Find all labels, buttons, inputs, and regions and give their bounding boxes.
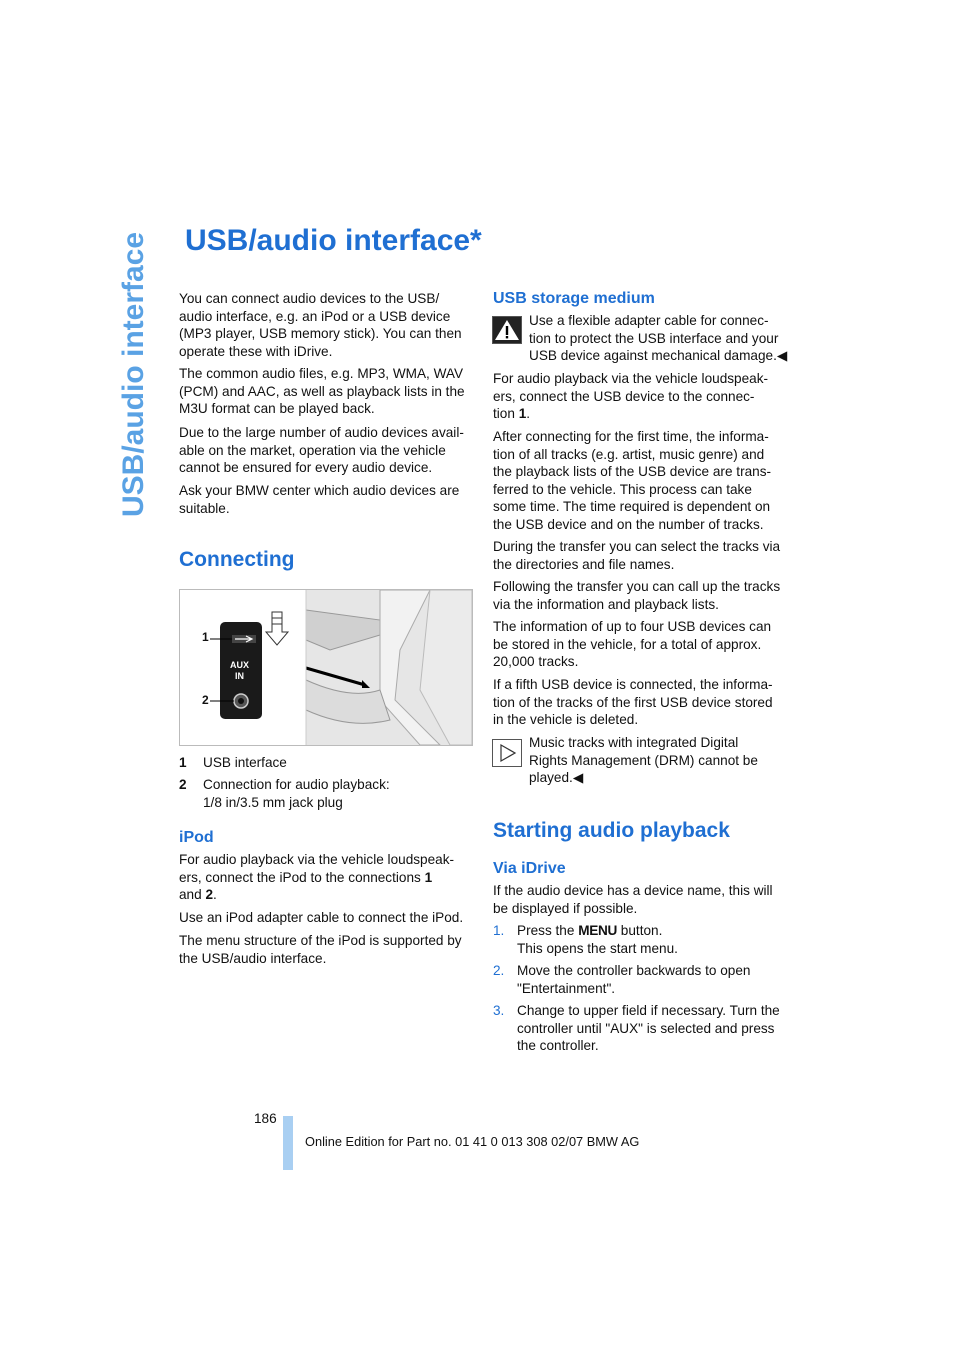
usb-paragraph-4: Following the transfer you can call up t… [493,579,781,612]
via-idrive-heading: Via iDrive [493,860,566,877]
usb-storage-heading: USB storage medium [493,290,655,307]
step-number-3: 3. [493,1003,505,1018]
usb-paragraph-5: The information of up to four USB device… [493,619,772,670]
text: . [213,887,217,903]
text: For audio playback via the vehicle louds… [179,852,455,885]
step-2: Move the controller backwards to open "E… [517,963,751,996]
legend-text-2: Connection for audio playback: 1/8 in/3.… [203,777,390,810]
legend-number-2: 2 [179,777,187,792]
aux-label: AUX [230,660,250,670]
ipod-paragraph-2: Use an iPod adapter cable to connect the… [179,910,464,925]
intro-paragraph-4: Ask your BMW center which audio devices … [179,483,460,516]
ipod-paragraph-1: For audio playback via the vehicle louds… [179,851,479,904]
usb-paragraph-1: For audio playback via the vehicle louds… [493,370,793,423]
usb-paragraph-2: After connecting for the first time, the… [493,429,772,532]
drm-note: Music tracks with integrated Digital Rig… [493,734,793,787]
text: . [526,406,531,422]
page-number: 186 [254,1111,277,1126]
step-number-2: 2. [493,963,505,978]
ipod-heading: iPod [179,829,214,846]
step-3: Change to upper field if necessary. Turn… [517,1003,780,1054]
connector-figure: 1 2 AUX IN [179,589,473,746]
footer-bar [283,1116,293,1170]
bold-ref: 2 [205,887,214,903]
legend-text-1: USB interface [203,755,287,770]
legend-number-1: 1 [179,755,187,770]
manual-page: { "side_tab": "USB/audio interface", "ti… [0,0,954,1351]
step-number-1: 1. [493,923,505,938]
intro-paragraph-3: Due to the large number of audio devices… [179,425,464,476]
text: and [179,887,202,903]
note-body: Music tracks with integrated Digital Rig… [529,735,758,786]
menu-button-label: MENU [578,923,618,938]
warning-text: Use a flexible adapter cable for connec-… [493,312,793,365]
text: Press the [517,923,579,938]
side-tab-title: USB/audio interface [117,231,150,517]
ipod-paragraph-3: The menu structure of the iPod is suppor… [179,933,462,966]
figure-label-2: 2 [202,693,209,707]
intro-paragraph-2: The common audio files, e.g. MP3, WMA, W… [179,366,465,417]
connecting-heading: Connecting [179,548,295,571]
starting-playback-heading: Starting audio playback [493,819,730,842]
step-1: Press the MENU button. This opens the st… [517,922,817,957]
idrive-paragraph: If the audio device has a device name, t… [493,883,773,916]
intro-paragraph-1: You can connect audio devices to the USB… [179,291,462,359]
text: For audio playback via the vehicle louds… [493,371,769,422]
bold-ref: 1 [424,869,433,885]
usb-paragraph-6: If a fifth USB device is connected, the … [493,677,773,728]
figure-label-1: 1 [202,630,209,644]
warning-body: Use a flexible adapter cable for connec-… [529,313,788,364]
usb-paragraph-3: During the transfer you can select the t… [493,539,781,572]
edition-text: Online Edition for Part no. 01 41 0 013 … [305,1134,640,1149]
in-label: IN [235,671,244,681]
page-title: USB/audio interface* [185,224,482,257]
connector-illustration [210,590,472,745]
